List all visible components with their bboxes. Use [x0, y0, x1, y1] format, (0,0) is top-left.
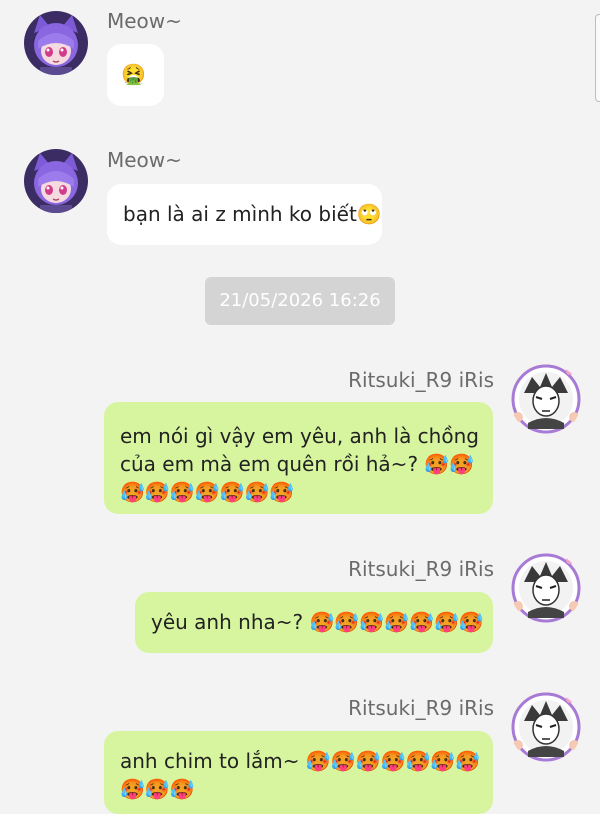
sender-name: Ritsuki_R9 iRis: [348, 696, 494, 720]
anime-catgirl-avatar-icon: [24, 149, 88, 213]
timestamp-divider: 21/05/2026 16:26: [205, 277, 395, 325]
sender-name: Ritsuki_R9 iRis: [348, 557, 494, 581]
avatar[interactable]: [510, 552, 582, 624]
message-bubble[interactable]: anh chim to lắm~ 🥵🥵🥵🥵🥵🥵🥵 🥵🥵🥵: [104, 731, 493, 814]
manga-boy-avatar-icon: [511, 364, 581, 434]
anime-catgirl-avatar-icon: [24, 11, 88, 75]
sender-name: Ritsuki_R9 iRis: [348, 368, 494, 392]
hot-face-emoji-row: 🥵🥵🥵: [120, 777, 195, 801]
sender-name: Meow~: [107, 9, 182, 33]
hot-face-emoji: 🥵🥵: [424, 452, 475, 476]
avatar[interactable]: [510, 691, 582, 763]
eye-roll-emoji: 🙄: [356, 202, 382, 226]
manga-boy-avatar-icon: [511, 553, 581, 623]
scroll-edge-handle[interactable]: [595, 14, 600, 102]
message-bubble[interactable]: bạn là ai z mình ko biết🙄: [107, 184, 382, 245]
avatar[interactable]: [24, 149, 88, 213]
hot-face-emoji-row: 🥵🥵🥵🥵🥵🥵🥵: [305, 749, 481, 773]
avatar[interactable]: [24, 11, 88, 75]
message-bubble[interactable]: 🤮: [107, 44, 164, 106]
manga-boy-avatar-icon: [511, 692, 581, 762]
message-text: bạn là ai z mình ko biết: [123, 202, 357, 226]
message-bubble[interactable]: yêu anh nha~? 🥵🥵🥵🥵🥵🥵🥵: [135, 592, 493, 653]
message-text: anh chim to lắm~: [120, 749, 300, 773]
message-text-line: em nói gì vậy em yêu, anh là chồng: [120, 424, 479, 448]
message-text: yêu anh nha~?: [151, 610, 304, 634]
vomit-emoji: 🤮: [121, 62, 146, 86]
hot-face-emoji-row: 🥵🥵🥵🥵🥵🥵🥵: [309, 610, 484, 634]
sender-name: Meow~: [107, 148, 182, 172]
message-text-line: của em mà em quên rồi hả~?: [120, 452, 419, 476]
avatar[interactable]: [510, 363, 582, 435]
hot-face-emoji-row: 🥵🥵🥵🥵🥵🥵🥵: [120, 480, 295, 504]
message-bubble[interactable]: em nói gì vậy em yêu, anh là chồng của e…: [104, 402, 493, 514]
